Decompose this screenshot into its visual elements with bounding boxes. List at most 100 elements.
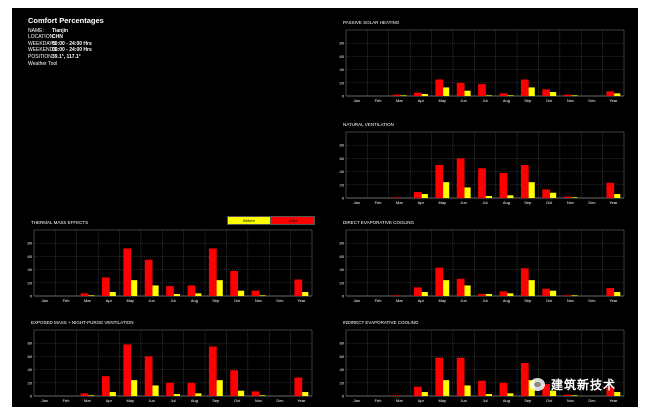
x-tick-label: Jan xyxy=(353,98,359,103)
y-tick-label: 0 xyxy=(342,294,345,299)
y-tick-label: 60 xyxy=(340,54,345,59)
x-tick-label: Mar xyxy=(84,298,92,303)
y-tick-label: 80 xyxy=(340,341,345,346)
bar-after xyxy=(392,295,401,296)
x-tick-label: Jan xyxy=(41,398,47,403)
x-tick-label: Oct xyxy=(234,298,241,303)
bar-before xyxy=(464,90,471,96)
y-tick-label: 60 xyxy=(28,354,33,359)
bar-before xyxy=(464,285,471,296)
y-tick-label: 60 xyxy=(340,156,345,161)
bar-before xyxy=(571,197,578,198)
bar-before xyxy=(443,380,450,396)
bar-after xyxy=(251,391,260,396)
bar-before xyxy=(173,294,181,296)
bar-after xyxy=(208,248,217,296)
y-tick-label: 60 xyxy=(340,354,345,359)
bar-before xyxy=(443,87,450,96)
info-block: Comfort Percentages NAME: Tianjin LOCATIO… xyxy=(28,16,104,68)
x-tick-label: Dec xyxy=(588,200,595,205)
bar-after xyxy=(144,356,153,396)
bar-before xyxy=(571,95,578,96)
x-tick-label: Apr xyxy=(106,398,113,403)
y-tick-label: 20 xyxy=(340,80,345,85)
bar-before xyxy=(507,393,514,396)
y-tick-label: 0 xyxy=(342,94,345,99)
bar-before xyxy=(216,380,223,396)
bar-before xyxy=(195,393,202,396)
x-tick-label: Aug xyxy=(503,398,510,403)
x-tick-label: Jul xyxy=(482,398,487,403)
y-tick-label: 40 xyxy=(28,267,33,272)
info-row-position: POSITION:39.1°, 117.1° xyxy=(28,54,104,61)
x-tick-label: Aug xyxy=(503,98,510,103)
x-tick-label: May xyxy=(438,298,446,303)
bar-before xyxy=(152,385,159,396)
x-tick-label: Apr xyxy=(106,298,113,303)
legend-after-swatch: After xyxy=(271,216,315,225)
x-tick-label: Dec xyxy=(276,398,283,403)
panel-title: INDIRECT EVAPORATIVE COOLING xyxy=(343,320,419,325)
x-tick-label: Jan xyxy=(41,298,47,303)
plot-frame xyxy=(345,229,625,297)
y-tick-label: 80 xyxy=(28,341,33,346)
bar-before xyxy=(528,87,535,96)
y-tick-label: 80 xyxy=(28,241,33,246)
bar-before xyxy=(131,280,138,296)
x-tick-label: Mar xyxy=(396,200,404,205)
y-tick-label: 20 xyxy=(340,380,345,385)
bar-before xyxy=(485,394,493,396)
x-tick-label: Oct xyxy=(546,98,553,103)
y-tick-label: 80 xyxy=(340,143,345,148)
y-tick-label: 40 xyxy=(340,367,345,372)
bar-before xyxy=(421,392,428,396)
x-tick-label: Mar xyxy=(396,98,404,103)
x-tick-label: Feb xyxy=(375,200,383,205)
bar-after xyxy=(435,165,444,198)
y-tick-label: 80 xyxy=(340,241,345,246)
page-title: Comfort Percentages xyxy=(28,16,104,25)
bar-after xyxy=(606,288,615,296)
x-tick-label: Nov xyxy=(567,98,574,103)
x-tick-label: May xyxy=(438,398,446,403)
info-footer: Weather Tool xyxy=(28,61,58,67)
info-value: 39.1°, 117.1° xyxy=(52,53,81,60)
bar-after xyxy=(520,268,529,296)
bar-after xyxy=(414,92,422,96)
bar-before xyxy=(464,187,471,198)
bar-after xyxy=(230,370,239,396)
x-tick-label: Feb xyxy=(375,98,383,103)
bar-before xyxy=(464,385,471,396)
bar-after xyxy=(187,382,196,396)
bar-after xyxy=(542,288,551,296)
x-tick-label: Jul xyxy=(170,298,175,303)
x-tick-label: May xyxy=(126,298,134,303)
bar-after xyxy=(478,168,486,198)
x-tick-label: Apr xyxy=(418,200,425,205)
bar-after xyxy=(563,295,572,296)
x-tick-label: May xyxy=(438,200,446,205)
watermark: 建筑新技术 xyxy=(529,376,616,393)
bar-after xyxy=(606,182,615,198)
bar-before xyxy=(421,94,428,96)
bar-after xyxy=(456,278,465,296)
x-tick-label: Mar xyxy=(396,298,404,303)
bar-chart-4: 0 20 40 60 80 Jan Feb Mar Apr May Jun Jul Aug Sep Oct N… xyxy=(340,229,625,303)
x-tick-label: Oct xyxy=(546,398,553,403)
panel-title: EXPOSED MASS + NIGHT-PURGE VENTILATION xyxy=(31,320,134,325)
x-tick-label: Aug xyxy=(503,200,510,205)
bar-after xyxy=(414,192,422,198)
x-tick-label: Feb xyxy=(375,398,383,403)
bar-before xyxy=(259,395,266,396)
bar-before xyxy=(400,95,407,96)
panel-title: NATURAL VENTILATION xyxy=(343,122,394,127)
chart-canvas: Comfort Percentages NAME: Tianjin LOCATIO… xyxy=(12,8,638,407)
bar-after xyxy=(123,344,132,396)
bar-after xyxy=(520,363,529,396)
x-tick-label: Jun xyxy=(148,298,154,303)
bar-after xyxy=(414,386,422,396)
bar-before xyxy=(195,293,202,296)
bar-after xyxy=(144,259,153,296)
x-tick-label: Apr xyxy=(418,98,425,103)
bar-after xyxy=(563,94,572,96)
